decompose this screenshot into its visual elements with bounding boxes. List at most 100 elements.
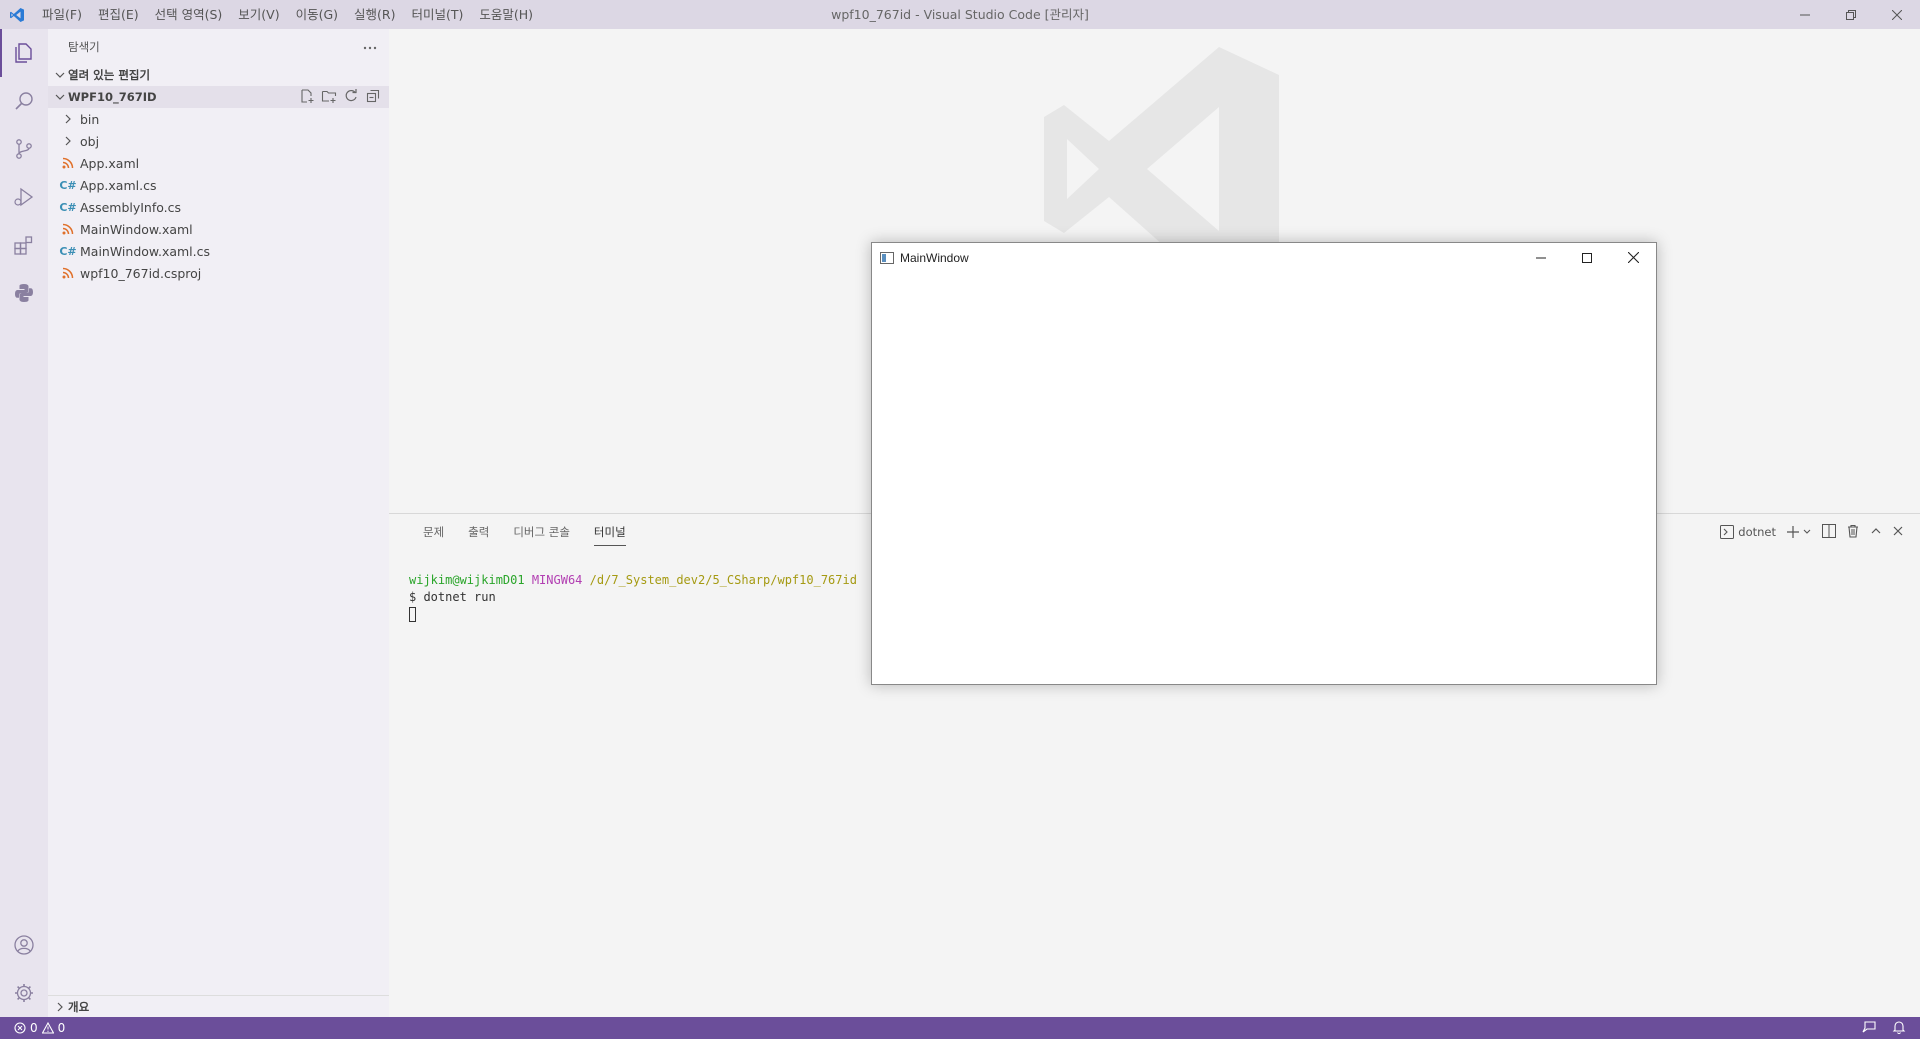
python-button[interactable] [0, 269, 48, 317]
close-window-button[interactable] [1874, 0, 1920, 29]
tab-problems[interactable]: 문제 [411, 514, 456, 550]
main-window-close-button[interactable] [1610, 243, 1656, 272]
files-icon [15, 43, 32, 63]
folder-actions [299, 86, 381, 108]
menu-view[interactable]: 보기(V) [230, 0, 287, 29]
xaml-file-icon [60, 155, 76, 171]
manage-button[interactable] [0, 969, 48, 1017]
main-window-controls [1518, 243, 1656, 272]
restore-button[interactable] [1828, 0, 1874, 29]
tree-file-mainwindow-xaml[interactable]: MainWindow.xaml [48, 218, 389, 240]
menu-go[interactable]: 이동(G) [288, 0, 346, 29]
menu-help[interactable]: 도움말(H) [471, 0, 541, 29]
menu-edit[interactable]: 편집(E) [90, 0, 147, 29]
tab-debug-console[interactable]: 디버그 콘솔 [501, 514, 582, 550]
more-actions-icon[interactable] [363, 39, 377, 54]
csharp-file-icon: C# [59, 178, 77, 192]
warning-icon [41, 1022, 54, 1034]
tree-folder-bin[interactable]: bin [48, 108, 389, 130]
close-icon [1892, 9, 1902, 20]
window-app-icon [880, 251, 894, 264]
tree-item-label: AssemblyInfo.cs [80, 199, 182, 215]
open-editors-section[interactable]: 열려 있는 편집기 [48, 64, 389, 86]
warning-count: 0 [57, 1021, 66, 1035]
source-control-button[interactable] [0, 125, 48, 173]
split-terminal-icon[interactable] [1822, 523, 1836, 541]
chevron-down-icon [52, 89, 68, 105]
bell-icon[interactable] [1892, 1020, 1906, 1037]
maximize-panel-icon[interactable] [1870, 525, 1882, 540]
chevron-right-icon [60, 133, 76, 149]
csharp-file-icon: C# [59, 200, 77, 214]
terminal-command: $ dotnet run [409, 590, 496, 604]
main-window-titlebar[interactable]: MainWindow [872, 243, 1656, 272]
close-panel-icon[interactable] [1892, 525, 1904, 540]
csharp-file-icon: C# [59, 244, 77, 258]
terminal-icon [1720, 525, 1735, 539]
wpf-main-window[interactable]: MainWindow [871, 242, 1657, 685]
tree-file-app-xaml[interactable]: App.xaml [48, 152, 389, 174]
vscode-logo-icon [0, 0, 34, 29]
plus-icon [1787, 526, 1799, 538]
trash-icon[interactable] [1846, 524, 1860, 541]
terminal-output[interactable]: wijkim@wijkimD01 MINGW64 /d/7_System_dev… [409, 572, 857, 623]
terminal-host: MINGW64 [531, 573, 583, 587]
main-window-maximize-button[interactable] [1564, 243, 1610, 272]
status-bar: 0 0 [0, 1017, 1920, 1039]
activity-bar [0, 29, 48, 1017]
source-control-icon [16, 139, 32, 159]
vscode-watermark-icon [1044, 47, 1279, 267]
window-controls [1782, 0, 1920, 29]
tree-item-label: obj [80, 133, 100, 149]
explorer-button[interactable] [0, 29, 48, 77]
tree-item-label: wpf10_767id.csproj [80, 265, 202, 281]
main-window-minimize-button[interactable] [1518, 243, 1564, 272]
maximize-icon [1582, 252, 1592, 263]
menu-terminal[interactable]: 터미널(T) [404, 0, 472, 29]
explorer-title: 탐색기 [68, 39, 100, 54]
tree-folder-obj[interactable]: obj [48, 130, 389, 152]
extensions-button[interactable] [0, 221, 48, 269]
minimize-icon [1800, 14, 1810, 15]
workspace-folder-label: WPF10_767ID [68, 90, 157, 104]
accounts-button[interactable] [0, 921, 48, 969]
minimize-button[interactable] [1782, 0, 1828, 29]
tab-output[interactable]: 출력 [456, 514, 501, 550]
terminal-name: dotnet [1738, 525, 1776, 539]
search-button[interactable] [0, 77, 48, 125]
tree-item-label: bin [80, 111, 100, 127]
tree-file-assemblyinfo-cs[interactable]: C# AssemblyInfo.cs [48, 196, 389, 218]
close-icon [1627, 252, 1639, 263]
tree-file-mainwindow-xaml-cs[interactable]: C# MainWindow.xaml.cs [48, 240, 389, 262]
menu-file[interactable]: 파일(F) [34, 0, 90, 29]
new-terminal-button[interactable] [1786, 525, 1812, 539]
terminal-path: /d/7_System_dev2/5_CSharp/wpf10_767id [589, 573, 857, 587]
terminal-prompt-line: wijkim@wijkimD01 MINGW64 /d/7_System_dev… [409, 572, 857, 589]
python-icon [15, 284, 33, 302]
tree-file-app-xaml-cs[interactable]: C# App.xaml.cs [48, 174, 389, 196]
feedback-icon[interactable] [1862, 1020, 1876, 1037]
title-bar: 파일(F) 편집(E) 선택 영역(S) 보기(V) 이동(G) 실행(R) 터… [0, 0, 1920, 29]
terminal-cursor [409, 607, 416, 622]
error-count: 0 [30, 1021, 38, 1035]
tree-item-label: MainWindow.xaml [80, 221, 193, 237]
collapse-all-icon[interactable] [365, 88, 381, 107]
menu-selection[interactable]: 선택 영역(S) [147, 0, 231, 29]
chevron-down-icon [52, 67, 68, 83]
run-debug-button[interactable] [0, 173, 48, 221]
tree-file-csproj[interactable]: wpf10_767id.csproj [48, 262, 389, 284]
tree-item-label: App.xaml [80, 155, 140, 171]
terminal-selector[interactable]: dotnet [1720, 525, 1776, 539]
menu-run[interactable]: 실행(R) [346, 0, 403, 29]
gear-icon [15, 984, 33, 1002]
new-file-icon[interactable] [299, 88, 315, 107]
problems-status[interactable]: 0 0 [0, 1021, 65, 1035]
workspace-folder-section[interactable]: WPF10_767ID [48, 86, 389, 108]
refresh-icon[interactable] [343, 88, 359, 107]
panel-tabs: 문제 출력 디버그 콘솔 터미널 [411, 514, 638, 550]
activity-bar-bottom [0, 921, 48, 1017]
status-bar-right [1862, 1017, 1906, 1039]
outline-section[interactable]: 개요 [48, 995, 389, 1017]
tab-terminal[interactable]: 터미널 [582, 514, 638, 550]
new-folder-icon[interactable] [321, 88, 337, 107]
